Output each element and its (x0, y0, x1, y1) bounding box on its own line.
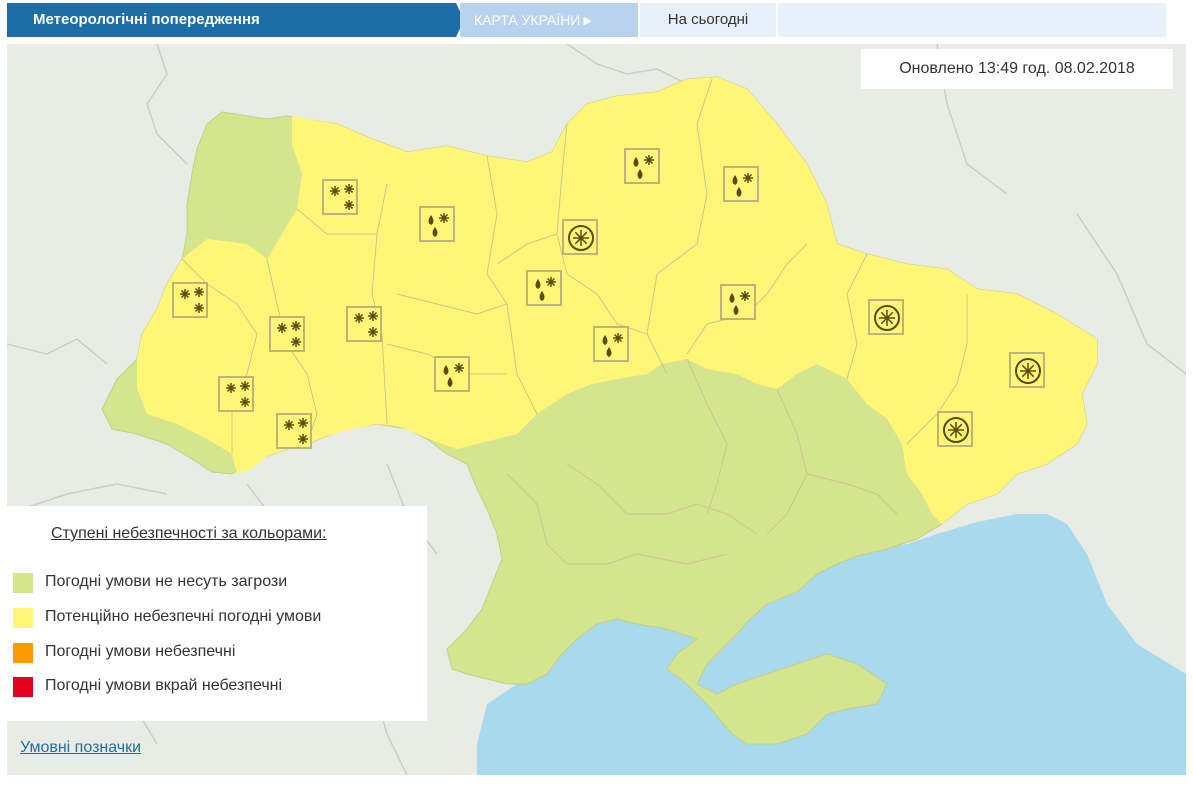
snow-icon (276, 413, 312, 449)
warning-map: Оновлено 13:49 год. 08.02.2018 Ступені н… (7, 44, 1186, 775)
tab-today[interactable]: На сьогодні (640, 3, 776, 37)
snow-icon (346, 306, 382, 342)
play-arrow-icon: ▶ (583, 15, 592, 27)
ice-icon (1009, 352, 1045, 388)
tab-ukraine-map-label: КАРТА УКРАЇНИ (474, 12, 581, 28)
sleet-icon (419, 206, 455, 242)
legend-panel: Ступені небезпечності за кольорами: Пого… (7, 506, 427, 721)
sleet-icon (720, 284, 756, 320)
sleet-icon (624, 148, 660, 184)
legend-symbols-link[interactable]: Умовні позначки (20, 739, 141, 757)
legend-swatch-potential (13, 608, 33, 628)
snow-icon (218, 376, 254, 412)
legend-swatch-dangerous (13, 643, 33, 663)
snow-icon (322, 179, 358, 215)
header-bar: Метеорологічні попередження КАРТА УКРАЇН… (7, 3, 1166, 37)
ice-icon (868, 299, 904, 335)
sleet-icon (434, 356, 470, 392)
header-filler (778, 3, 1166, 37)
legend-label-potential: Потенційно небезпечні погодні умови (45, 608, 322, 625)
legend-swatch-extreme (13, 677, 33, 697)
legend-label-no-threat: Погодні умови не несуть загрози (45, 573, 288, 590)
legend-swatch-no-threat (13, 573, 33, 593)
legend-title: Ступені небезпечності за кольорами: (51, 525, 327, 542)
sleet-icon (593, 326, 629, 362)
sleet-icon (526, 270, 562, 306)
snow-icon (172, 282, 208, 318)
legend-label-extreme: Погодні умови вкрай небезпечні (45, 677, 283, 694)
ice-icon (562, 219, 598, 255)
legend-label-dangerous: Погодні умови небезпечні (45, 643, 236, 660)
tab-ukraine-map[interactable]: КАРТА УКРАЇНИ ▶ (460, 3, 638, 37)
updated-timestamp: Оновлено 13:49 год. 08.02.2018 (861, 49, 1173, 89)
snow-icon (269, 316, 305, 352)
page-title: Метеорологічні попередження (7, 3, 456, 37)
ice-icon (937, 411, 973, 447)
sleet-icon (723, 166, 759, 202)
